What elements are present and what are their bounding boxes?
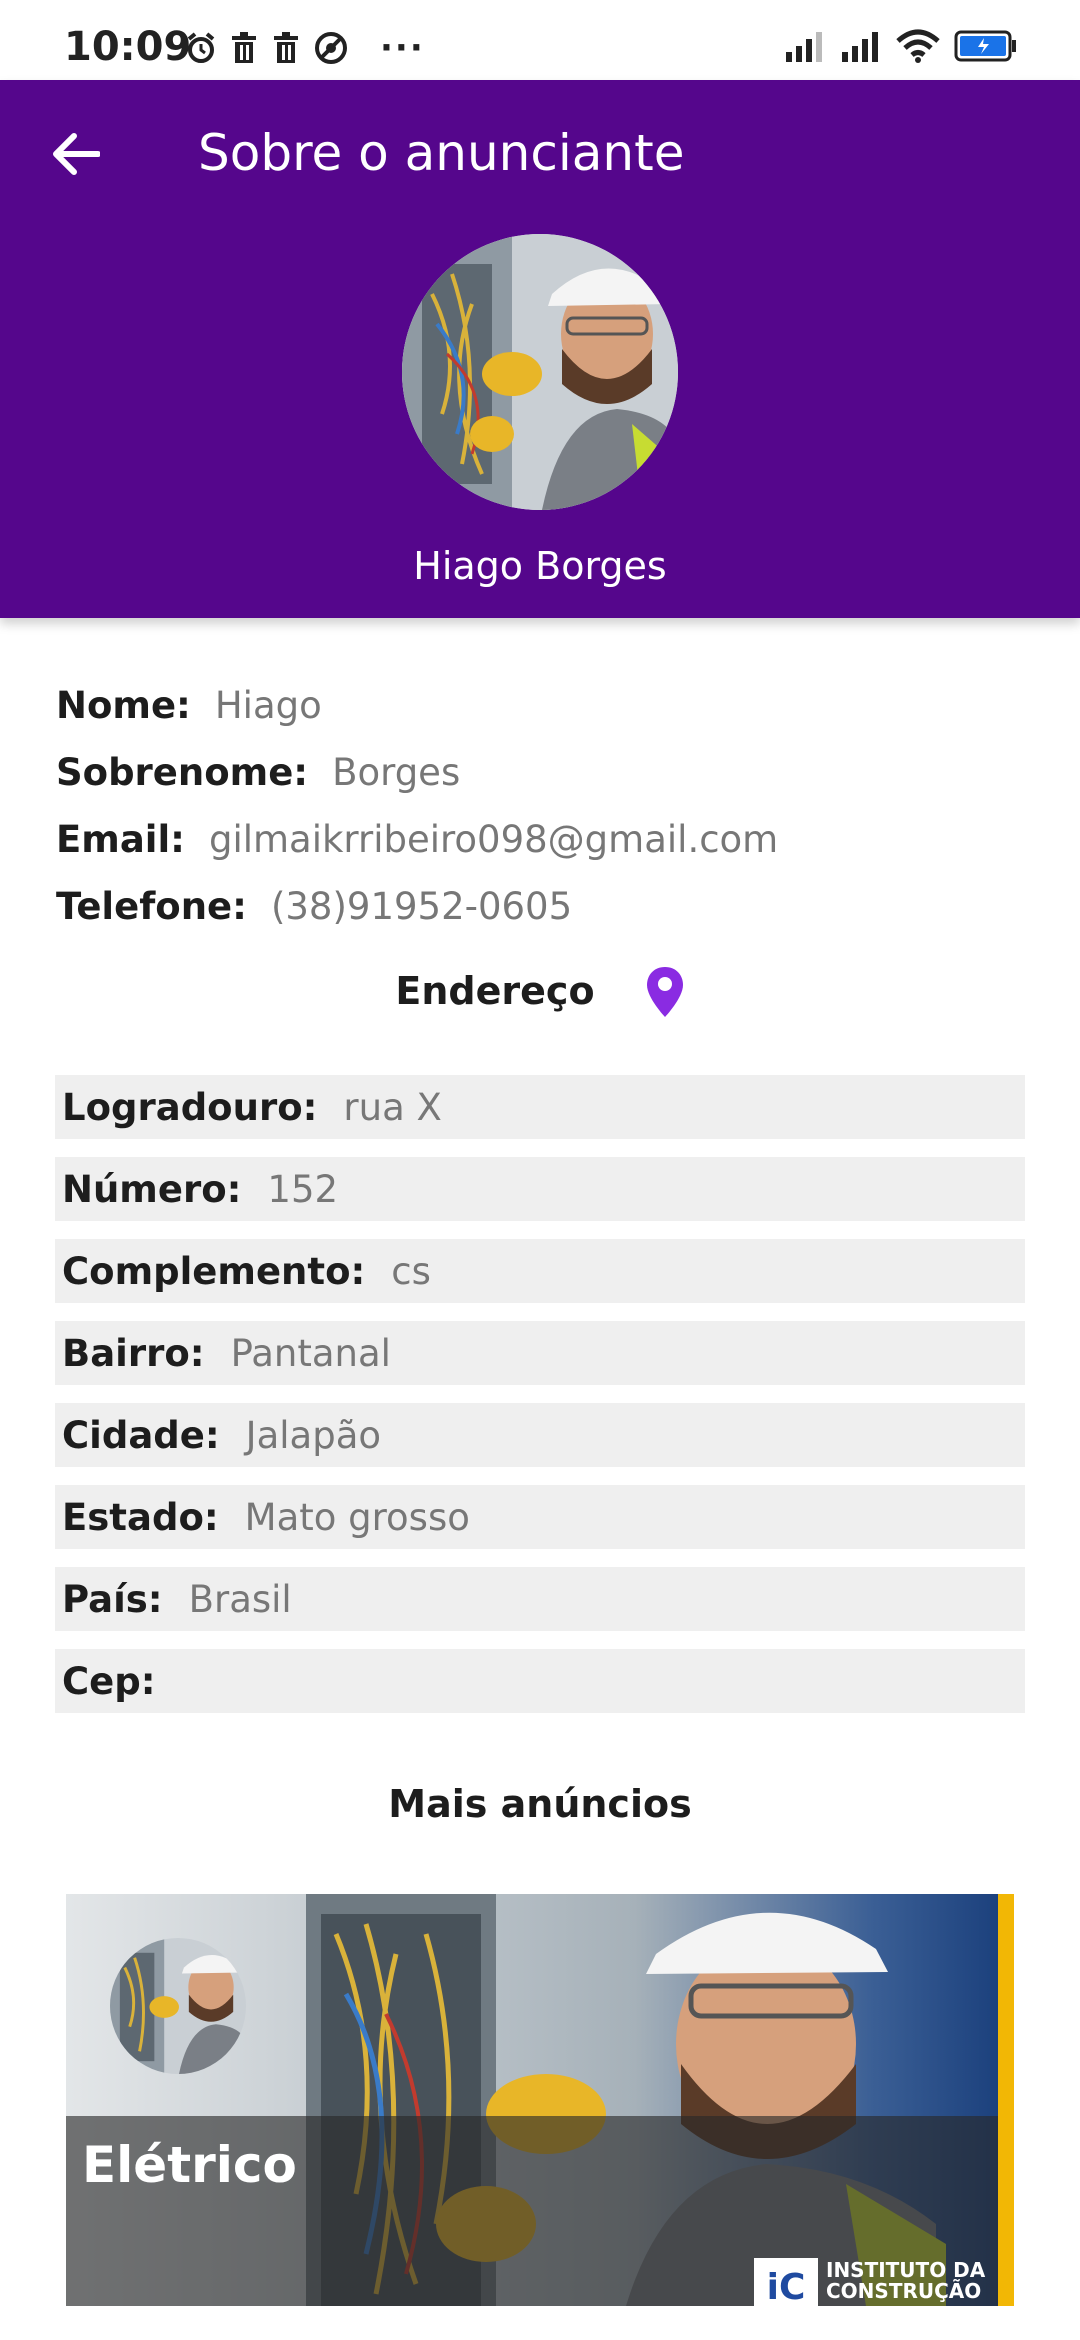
advertiser-name: Hiago Borges bbox=[413, 544, 667, 588]
address-row-complemento: Complemento: cs bbox=[55, 1239, 1025, 1303]
status-bar: 10:09 ··· bbox=[0, 0, 1080, 80]
address-title: Endereço bbox=[395, 969, 595, 1013]
address-value: 152 bbox=[267, 1167, 339, 1211]
address-value: Jalapão bbox=[245, 1413, 382, 1457]
address-label: Estado: bbox=[62, 1495, 219, 1539]
address-row-cep: Cep: bbox=[55, 1649, 1025, 1713]
more-icon: ··· bbox=[380, 28, 425, 68]
address-value: Brasil bbox=[188, 1577, 292, 1621]
address-label: Bairro: bbox=[62, 1331, 205, 1375]
more-ads-title: Mais anúncios bbox=[388, 1782, 692, 1826]
status-right-icons bbox=[784, 28, 1018, 68]
alarm-icon bbox=[186, 32, 216, 64]
info-value: Hiago bbox=[214, 684, 322, 727]
phone-value: (38)91952-0605 bbox=[270, 885, 573, 928]
address-label: Cidade: bbox=[62, 1413, 220, 1457]
ad-card[interactable]: Elétrico iC INSTITUTO DA CONSTRUÇÃO bbox=[66, 1894, 1014, 2306]
email-value: gilmaikrribeiro098@gmail.com bbox=[208, 818, 779, 861]
address-row-estado: Estado: Mato grosso bbox=[55, 1485, 1025, 1549]
info-row-sobrenome: Sobrenome: Borges bbox=[56, 739, 1036, 806]
address-list: Logradouro: rua X Número: 152 Complement… bbox=[55, 1075, 1025, 1731]
no-disturb-icon bbox=[314, 31, 348, 65]
brand-mark: iC bbox=[754, 2258, 818, 2306]
trash-icon bbox=[272, 32, 300, 64]
advertiser-avatar bbox=[402, 234, 678, 510]
personal-info: Nome: Hiago Sobrenome: Borges Email: gil… bbox=[56, 672, 1036, 940]
signal-icon bbox=[840, 30, 882, 66]
address-row-bairro: Bairro: Pantanal bbox=[55, 1321, 1025, 1385]
map-pin-icon[interactable] bbox=[645, 965, 685, 1019]
address-label: País: bbox=[62, 1577, 163, 1621]
info-row-telefone: Telefone: (38)91952-0605 bbox=[56, 873, 1036, 940]
ad-avatar bbox=[110, 1938, 246, 2074]
address-row-numero: Número: 152 bbox=[55, 1157, 1025, 1221]
address-row-pais: País: Brasil bbox=[55, 1567, 1025, 1631]
ad-title: Elétrico bbox=[82, 2136, 297, 2194]
address-row-logradouro: Logradouro: rua X bbox=[55, 1075, 1025, 1139]
address-value: Mato grosso bbox=[244, 1495, 470, 1539]
info-label: Telefone: bbox=[56, 885, 247, 928]
address-heading: Endereço bbox=[0, 956, 1080, 1026]
arrow-left-icon bbox=[53, 133, 100, 175]
battery-icon bbox=[954, 29, 1018, 67]
info-row-email: Email: gilmaikrribeiro098@gmail.com bbox=[56, 806, 1036, 873]
address-value: cs bbox=[391, 1249, 431, 1293]
status-left-icons: ··· bbox=[186, 28, 425, 68]
brand-logo: iC INSTITUTO DA CONSTRUÇÃO bbox=[754, 2246, 994, 2306]
info-value: Borges bbox=[332, 751, 461, 794]
back-button[interactable] bbox=[44, 122, 108, 186]
page-title: Sobre o anunciante bbox=[198, 124, 685, 182]
advertiser-header: Sobre o anunciante Hiago Borges bbox=[0, 80, 1080, 618]
address-label: Logradouro: bbox=[62, 1085, 318, 1129]
address-value: Pantanal bbox=[230, 1331, 391, 1375]
status-time: 10:09 bbox=[64, 24, 192, 70]
address-label: Complemento: bbox=[62, 1249, 366, 1293]
address-label: Número: bbox=[62, 1167, 242, 1211]
info-label: Sobrenome: bbox=[56, 751, 309, 794]
address-label: Cep: bbox=[62, 1659, 156, 1703]
signal-icon bbox=[784, 30, 826, 66]
wifi-icon bbox=[896, 29, 940, 67]
trash-icon bbox=[230, 32, 258, 64]
info-label: Email: bbox=[56, 818, 185, 861]
info-label: Nome: bbox=[56, 684, 191, 727]
address-row-cidade: Cidade: Jalapão bbox=[55, 1403, 1025, 1467]
brand-text: INSTITUTO DA CONSTRUÇÃO bbox=[826, 2260, 985, 2306]
brand-line-2: CONSTRUÇÃO bbox=[826, 2279, 982, 2303]
address-value: rua X bbox=[343, 1085, 442, 1129]
info-row-nome: Nome: Hiago bbox=[56, 672, 1036, 739]
ad-stripe bbox=[998, 1894, 1014, 2306]
